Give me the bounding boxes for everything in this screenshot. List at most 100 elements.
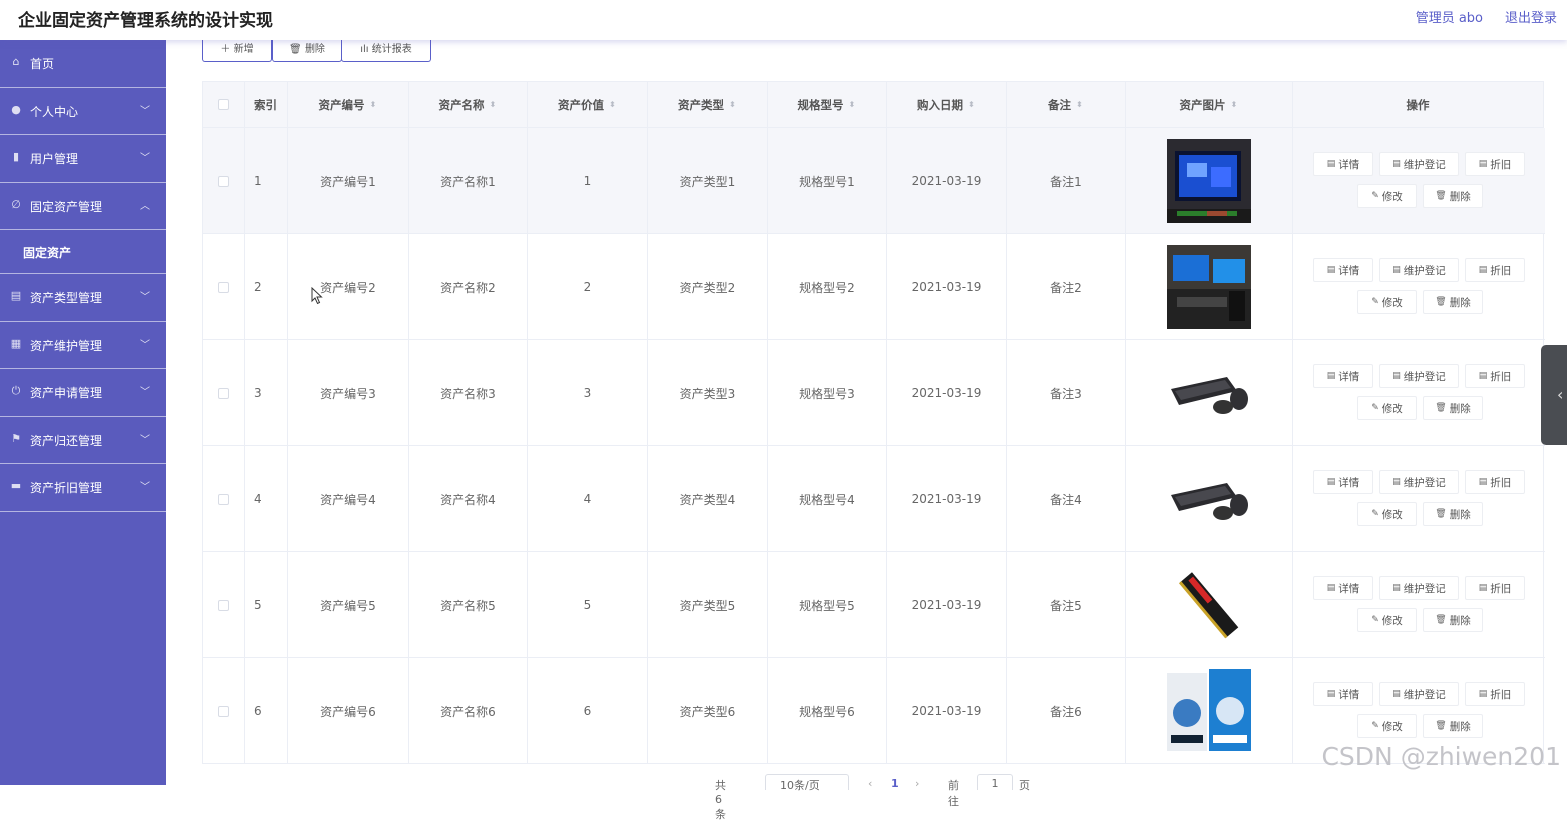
- edit-button[interactable]: ✎ 修改: [1357, 184, 1417, 208]
- select-all-checkbox[interactable]: [218, 99, 229, 110]
- row-delete-button[interactable]: 🗑 删除: [1423, 608, 1483, 632]
- header-model[interactable]: 规格型号 ⬍: [768, 82, 887, 128]
- table-row[interactable]: 2 资产编号2 资产名称2 2 资产类型2 规格型号2 2021-03-19 备注2 ▤ 详情 ▤ 维…: [203, 234, 1545, 340]
- cell-image: [1126, 234, 1293, 340]
- asset-image[interactable]: [1167, 245, 1251, 329]
- prev-page-icon[interactable]: ‹: [868, 777, 872, 790]
- cell-code: 资产编号3: [288, 340, 409, 446]
- detail-button[interactable]: ▤ 详情: [1313, 364, 1373, 388]
- submenu-item-fixed-asset[interactable]: 固定资产: [0, 230, 166, 274]
- edit-button[interactable]: ✎ 修改: [1357, 502, 1417, 526]
- page-number-current[interactable]: 1: [891, 777, 899, 790]
- document-icon: ▤: [1326, 689, 1336, 699]
- row-checkbox[interactable]: [218, 387, 229, 399]
- sort-icon[interactable]: ⬍: [968, 100, 976, 108]
- header-name[interactable]: 资产名称 ⬍: [409, 82, 528, 128]
- detail-button[interactable]: ▤ 详情: [1313, 576, 1373, 600]
- sort-icon[interactable]: ⬍: [1231, 100, 1239, 108]
- asset-image[interactable]: [1167, 669, 1251, 753]
- row-delete-button-label: 删除: [1449, 614, 1471, 627]
- sort-icon[interactable]: ⬍: [729, 100, 737, 108]
- sidebar-item-depreciation[interactable]: ▬ 资产折旧管理 ﹀: [0, 464, 166, 512]
- row-delete-button-label: 删除: [1449, 508, 1471, 521]
- sidebar-item-asset-types[interactable]: ▤ 资产类型管理 ﹀: [0, 274, 166, 322]
- maintain-button[interactable]: ▤ 维护登记: [1379, 576, 1459, 600]
- report-button-label: 统计报表: [371, 44, 412, 55]
- sidebar-item-fixed-assets[interactable]: ∅ 固定资产管理 ︿: [0, 183, 166, 230]
- depreciate-button[interactable]: ▤ 折旧: [1465, 682, 1525, 706]
- sidebar-item-maintenance[interactable]: ▦ 资产维护管理 ﹀: [0, 322, 166, 369]
- row-checkbox[interactable]: [218, 705, 229, 717]
- asset-image[interactable]: [1167, 139, 1251, 223]
- pencil-icon: ✎: [1371, 615, 1379, 625]
- row-delete-button[interactable]: 🗑 删除: [1423, 714, 1483, 738]
- header-note[interactable]: 备注 ⬍: [1007, 82, 1126, 128]
- admin-user-label[interactable]: 管理员 abo: [1416, 7, 1483, 26]
- depreciate-button[interactable]: ▤ 折旧: [1465, 470, 1525, 494]
- table-row[interactable]: 5 资产编号5 资产名称5 5 资产类型5 规格型号5 2021-03-19 备注5 ▤ 详情 ▤ 维…: [203, 552, 1545, 658]
- header-code[interactable]: 资产编号 ⬍: [288, 82, 409, 128]
- depreciate-button[interactable]: ▤ 折旧: [1465, 258, 1525, 282]
- maintain-button[interactable]: ▤ 维护登记: [1379, 152, 1459, 176]
- sidebar-item-applications[interactable]: ⏻ 资产申请管理 ﹀: [0, 369, 166, 417]
- header-value[interactable]: 资产价值 ⬍: [528, 82, 648, 128]
- sidebar-item-label: 固定资产管理: [30, 199, 103, 214]
- asset-image[interactable]: [1167, 351, 1251, 435]
- depreciate-button[interactable]: ▤ 折旧: [1465, 364, 1525, 388]
- asset-image[interactable]: [1167, 457, 1251, 541]
- row-delete-button[interactable]: 🗑 删除: [1423, 290, 1483, 314]
- page-size-select[interactable]: 10条/页: [765, 774, 849, 792]
- depreciate-button[interactable]: ▤ 折旧: [1465, 152, 1525, 176]
- row-checkbox-cell: [203, 340, 245, 446]
- edit-button[interactable]: ✎ 修改: [1357, 290, 1417, 314]
- logout-link[interactable]: 退出登录: [1505, 7, 1557, 26]
- row-delete-button[interactable]: 🗑 删除: [1423, 502, 1483, 526]
- detail-button[interactable]: ▤ 详情: [1313, 152, 1373, 176]
- sort-icon[interactable]: ⬍: [609, 100, 617, 108]
- cell-actions: ▤ 详情 ▤ 维护登记 ▤ 折旧 ✎ 修改 🗑 删除: [1293, 446, 1543, 552]
- edit-button[interactable]: ✎ 修改: [1357, 396, 1417, 420]
- row-checkbox[interactable]: [218, 599, 229, 611]
- sort-icon[interactable]: ⬍: [490, 100, 498, 108]
- side-drawer-toggle[interactable]: ‹: [1541, 345, 1567, 445]
- cell-code: 资产编号6: [288, 658, 409, 764]
- row-checkbox[interactable]: [218, 493, 229, 505]
- row-checkbox[interactable]: [218, 281, 229, 293]
- maintain-button[interactable]: ▤ 维护登记: [1379, 364, 1459, 388]
- depreciate-button[interactable]: ▤ 折旧: [1465, 576, 1525, 600]
- header-type[interactable]: 资产类型 ⬍: [648, 82, 768, 128]
- detail-button[interactable]: ▤ 详情: [1313, 682, 1373, 706]
- edit-button[interactable]: ✎ 修改: [1357, 714, 1417, 738]
- sidebar-item-home[interactable]: ⌂ 首页: [0, 40, 166, 88]
- sidebar-item-label: 用户管理: [30, 152, 79, 166]
- header-date[interactable]: 购入日期 ⬍: [887, 82, 1007, 128]
- header-image[interactable]: 资产图片 ⬍: [1126, 82, 1293, 128]
- detail-button[interactable]: ▤ 详情: [1313, 258, 1373, 282]
- goto-label: 前往: [948, 779, 959, 808]
- document-icon: ▤: [1392, 477, 1401, 487]
- maintain-button[interactable]: ▤ 维护登记: [1379, 258, 1459, 282]
- sidebar-item-personal[interactable]: ● 个人中心 ﹀: [0, 88, 166, 135]
- next-page-icon[interactable]: ›: [915, 777, 919, 790]
- maintain-button-label: 维护登记: [1403, 370, 1446, 383]
- sidebar-item-users[interactable]: ▮ 用户管理 ﹀: [0, 135, 166, 183]
- sort-icon[interactable]: ⬍: [370, 100, 378, 108]
- row-checkbox[interactable]: [218, 175, 229, 187]
- chevron-down-icon: ﹀: [140, 482, 150, 493]
- sidebar-item-returns[interactable]: ⚑ 资产归还管理 ﹀: [0, 417, 166, 464]
- asset-image[interactable]: [1167, 563, 1251, 647]
- sort-icon[interactable]: ⬍: [849, 100, 857, 108]
- row-delete-button[interactable]: 🗑 删除: [1423, 396, 1483, 420]
- detail-button[interactable]: ▤ 详情: [1313, 470, 1373, 494]
- maintain-button[interactable]: ▤ 维护登记: [1379, 682, 1459, 706]
- select-all-cell: [203, 82, 245, 128]
- table-row[interactable]: 4 资产编号4 资产名称4 4 资产类型4 规格型号4 2021-03-19 备注4 ▤ 详情 ▤ 维…: [203, 446, 1545, 552]
- cell-name: 资产名称1: [409, 128, 528, 234]
- goto-page-input[interactable]: 1: [977, 774, 1013, 790]
- table-row[interactable]: 3 资产编号3 资产名称3 3 资产类型3 规格型号3 2021-03-19 备注3 ▤ 详情 ▤ 维…: [203, 340, 1545, 446]
- table-row[interactable]: 1 资产编号1 资产名称1 1 资产类型1 规格型号1 2021-03-19 备注1 ▤ 详情 ▤ 维…: [203, 128, 1545, 234]
- row-delete-button[interactable]: 🗑 删除: [1423, 184, 1483, 208]
- sort-icon[interactable]: ⬍: [1076, 100, 1084, 108]
- edit-button[interactable]: ✎ 修改: [1357, 608, 1417, 632]
- maintain-button[interactable]: ▤ 维护登记: [1379, 470, 1459, 494]
